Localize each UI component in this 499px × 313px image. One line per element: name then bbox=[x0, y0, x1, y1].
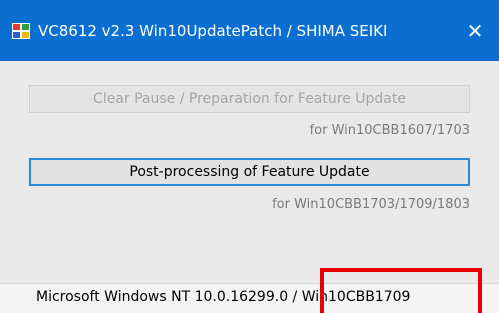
post-processing-button[interactable]: Post-processing of Feature Update bbox=[29, 158, 470, 186]
post-processing-note: for Win10CBB1703/1709/1803 bbox=[272, 197, 470, 212]
app-window: VC8612 v2.3 Win10UpdatePatch / SHIMA SEI… bbox=[0, 0, 499, 313]
close-icon[interactable]: ✕ bbox=[452, 12, 498, 50]
clear-pause-note: for Win10CBB1607/1703 bbox=[309, 123, 470, 138]
app-icon bbox=[12, 23, 30, 39]
window-title: VC8612 v2.3 Win10UpdatePatch / SHIMA SEI… bbox=[38, 22, 388, 40]
title-bar[interactable]: VC8612 v2.3 Win10UpdatePatch / SHIMA SEI… bbox=[0, 0, 499, 61]
clear-pause-button[interactable]: Clear Pause / Preparation for Feature Up… bbox=[29, 85, 470, 113]
red-highlight-box bbox=[320, 268, 482, 313]
